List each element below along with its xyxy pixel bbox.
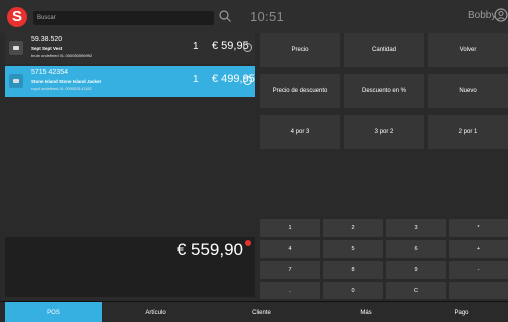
precio-descuento-button[interactable]: Precio de descuento <box>260 74 340 108</box>
key-2[interactable]: 2 <box>323 219 383 237</box>
precio-button[interactable]: Precio <box>260 33 340 67</box>
item-qty: 1 <box>193 41 199 52</box>
notification-badge <box>245 240 251 246</box>
tab-mas[interactable]: Más <box>316 302 416 322</box>
total-panel: € 559,90 <box>5 237 255 297</box>
key-3[interactable]: 3 <box>386 219 446 237</box>
camera-icon <box>9 74 23 88</box>
key-0[interactable]: 0 <box>323 282 383 299</box>
key-enter[interactable] <box>449 282 508 299</box>
clock: 10:51 <box>250 9 285 24</box>
cart-item[interactable]: 59.38.520 Sept Sept Vest bruin undefined… <box>5 33 255 64</box>
item-name: Stone Island Stone Island Jacket <box>31 79 102 84</box>
cart-item[interactable]: 5715 42354 Stone Island Stone Island Jac… <box>5 66 255 97</box>
tab-articulo[interactable]: Artículo <box>107 302 204 322</box>
tab-cliente[interactable]: Cliente <box>210 302 313 322</box>
top-bar: S Buscar 10:51 Bobby <box>0 0 508 33</box>
camera-icon <box>9 41 23 55</box>
tab-pos[interactable]: POS <box>5 302 102 322</box>
item-detail: royal undefined XL 000053141182 <box>31 86 92 91</box>
cantidad-button[interactable]: Cantidad <box>344 33 424 67</box>
item-code: 5715 42354 <box>31 69 68 76</box>
volver-button[interactable]: Volver <box>428 33 508 67</box>
info-icon[interactable]: i <box>243 76 252 85</box>
key-5[interactable]: 5 <box>323 240 383 258</box>
key-decimal[interactable]: . <box>260 282 320 299</box>
key-minus[interactable]: - <box>449 261 508 279</box>
user-name[interactable]: Bobby <box>468 10 496 21</box>
descuento-porcentaje-button[interactable]: Descuento en % <box>344 74 424 108</box>
dos-por-uno-button[interactable]: 2 por 1 <box>428 115 508 149</box>
item-name: Sept Sept Vest <box>31 46 63 51</box>
key-multiply[interactable]: * <box>449 219 508 237</box>
tab-pago[interactable]: Pago <box>415 302 508 322</box>
nuevo-button[interactable]: Nuevo <box>428 74 508 108</box>
key-6[interactable]: 6 <box>386 240 446 258</box>
key-4[interactable]: 4 <box>260 240 320 258</box>
app-logo[interactable]: S <box>7 7 27 27</box>
total-amount: € 559,90 <box>176 240 243 259</box>
search-icon[interactable] <box>218 9 232 23</box>
cuatro-por-tres-button[interactable]: 4 por 3 <box>260 115 340 149</box>
key-clear[interactable]: C <box>386 282 446 299</box>
key-1[interactable]: 1 <box>260 219 320 237</box>
user-icon[interactable] <box>494 8 508 22</box>
info-icon[interactable]: i <box>243 43 252 52</box>
item-code: 59.38.520 <box>31 36 63 43</box>
key-plus[interactable]: + <box>449 240 508 258</box>
search-input[interactable]: Buscar <box>33 11 214 25</box>
item-qty: 1 <box>193 74 199 85</box>
item-detail: bruin undefined XL 000050596992 <box>31 53 93 58</box>
key-7[interactable]: 7 <box>260 261 320 279</box>
bottom-nav: POS Artículo Cliente Más Pago <box>0 301 508 322</box>
key-9[interactable]: 9 <box>386 261 446 279</box>
key-8[interactable]: 8 <box>323 261 383 279</box>
tres-por-dos-button[interactable]: 3 por 2 <box>344 115 424 149</box>
